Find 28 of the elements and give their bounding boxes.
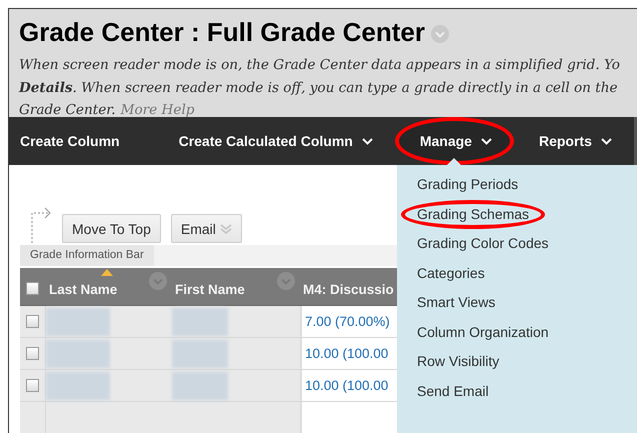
grade-cell[interactable]: 7.00 (70.00%) <box>305 314 390 329</box>
toolbar-button[interactable]: Email <box>170 214 242 243</box>
menu-item[interactable]: Column Organization <box>401 318 565 347</box>
nav-menu-item[interactable]: Reports <box>514 117 634 165</box>
checkbox[interactable] <box>26 315 39 328</box>
info-bar-tab[interactable]: Grade Information Bar <box>20 245 154 266</box>
menu-item[interactable]: Grading Periods <box>401 170 534 200</box>
column-header[interactable]: M4: Discussio <box>303 276 394 297</box>
menu-item[interactable]: Send Email <box>401 376 505 406</box>
nav-menu-item[interactable]: Create Column <box>9 117 154 165</box>
nav-menu-item[interactable]: Manage <box>394 117 514 165</box>
nav-menu-item[interactable]: Create Calculated Column <box>154 117 395 165</box>
grade-cell[interactable]: 10.00 (100.00 <box>305 346 388 361</box>
menu-item[interactable]: Row Visibility <box>401 347 516 376</box>
column-header[interactable]: Last Name <box>49 276 118 297</box>
checkbox[interactable] <box>26 347 39 360</box>
chevron-down-icon[interactable] <box>430 25 449 43</box>
menu-item[interactable]: Grading Color Codes <box>401 229 565 258</box>
nav-bar-segment <box>634 117 637 165</box>
menu-item[interactable]: Grading Schemas <box>401 200 546 229</box>
menu-item[interactable]: Smart Views <box>401 288 512 318</box>
page-title: Grade Center : Full Grade Center <box>19 16 425 49</box>
toolbar-button[interactable]: Move To Top <box>62 214 161 243</box>
checkbox[interactable] <box>26 282 39 295</box>
column-header[interactable]: First Name <box>175 276 245 297</box>
menu-item[interactable]: Categories <box>401 258 501 288</box>
checkbox[interactable] <box>26 379 39 392</box>
grade-cell[interactable]: 10.00 (100.00 <box>305 378 388 393</box>
